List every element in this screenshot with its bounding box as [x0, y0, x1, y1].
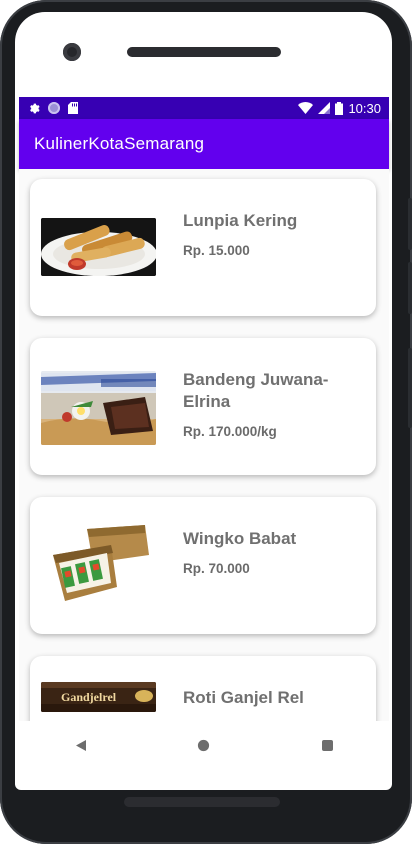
lunpia-image: [41, 218, 156, 276]
back-icon: [75, 739, 86, 751]
app-title: KulinerKotaSemarang: [34, 134, 205, 153]
nav-recents-button[interactable]: [307, 725, 347, 765]
item-name: Roti Ganjel Rel: [183, 688, 304, 707]
volume-up-button: [408, 198, 412, 250]
sd-card-icon: [68, 102, 78, 114]
signal-icon: [318, 102, 331, 114]
phone-frame: 10:30 KulinerKotaSemarang Lunpia Kering …: [0, 0, 412, 844]
nav-back-button[interactable]: [61, 725, 101, 765]
gear-icon: [30, 103, 40, 113]
item-name: Lunpia Kering: [183, 211, 298, 230]
list-item-wingko[interactable]: Wingko Babat Rp. 70.000: [30, 497, 376, 634]
status-time: 10:30: [348, 100, 381, 116]
volume-down-button: [408, 262, 412, 314]
roti-image-text: Gandjelrel: [61, 690, 117, 704]
list-item-bandeng[interactable]: Bandeng Juwana-Elrina Rp. 170.000/kg: [30, 338, 376, 475]
item-price: Rp. 15.000: [183, 243, 250, 258]
item-name: Bandeng Juwana-Elrina: [183, 370, 329, 411]
app-bar: KulinerKotaSemarang: [19, 119, 389, 169]
power-button: [408, 348, 412, 428]
item-name: Wingko Babat: [183, 529, 297, 548]
wingko-image: [41, 523, 156, 603]
list-item-roti-ganjel-rel[interactable]: Gandjelrel Roti Ganjel Rel: [30, 656, 376, 721]
roti-image: Gandjelrel: [41, 682, 156, 712]
front-camera: [63, 43, 81, 61]
bottom-speaker: [124, 797, 280, 807]
item-price: Rp. 70.000: [183, 561, 250, 576]
navigation-bar: [19, 721, 389, 769]
recents-icon: [321, 739, 333, 751]
earpiece-speaker: [127, 47, 281, 57]
wifi-icon: [298, 102, 314, 114]
culinary-list[interactable]: Lunpia Kering Rp. 15.000 Bandeng Juwana-…: [19, 169, 389, 721]
list-item-lunpia[interactable]: Lunpia Kering Rp. 15.000: [30, 179, 376, 316]
home-icon: [198, 739, 210, 751]
item-price: Rp. 170.000/kg: [183, 424, 277, 439]
circle-icon: [48, 102, 60, 114]
battery-icon: [335, 101, 344, 115]
status-bar: 10:30: [19, 97, 389, 119]
nav-home-button[interactable]: [184, 725, 224, 765]
bandeng-image: [41, 371, 156, 445]
screen: 10:30 KulinerKotaSemarang Lunpia Kering …: [15, 12, 392, 790]
